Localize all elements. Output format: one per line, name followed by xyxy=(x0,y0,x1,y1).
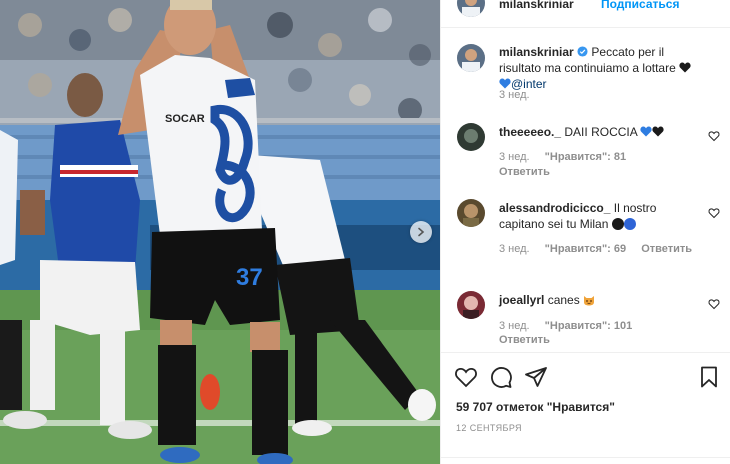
comment-time[interactable]: 3 нед. xyxy=(499,151,530,163)
caption-avatar[interactable] xyxy=(457,44,485,72)
chevron-right-icon xyxy=(418,227,425,237)
comment-text: alessandrodicicco_ Il nostro capitano se… xyxy=(499,200,699,232)
add-comment-bar[interactable] xyxy=(441,457,730,464)
black-heart-emoji-icon xyxy=(652,126,665,137)
heart-icon[interactable] xyxy=(454,365,478,389)
comment-bubble-icon[interactable] xyxy=(489,365,513,389)
cat-face-emoji-icon xyxy=(584,296,595,306)
blue-circle-emoji-icon xyxy=(623,218,636,230)
black-heart-emoji-icon xyxy=(679,62,691,73)
carousel-next-button[interactable] xyxy=(410,221,432,243)
paper-plane-icon[interactable] xyxy=(524,365,548,389)
blue-heart-emoji-icon xyxy=(499,78,511,89)
reply-button[interactable]: Ответить xyxy=(499,334,550,346)
follow-button[interactable]: Подписаться xyxy=(601,0,679,11)
comment-meta: 3 нед. "Нравится": 69 Ответить xyxy=(499,243,704,255)
comment-text: joeallyrl canes xyxy=(499,292,699,308)
caption-meta: 3 нед. xyxy=(499,89,542,101)
sponsor-text: SOCAR xyxy=(165,113,205,125)
comment-username[interactable]: alessandrodicicco_ xyxy=(499,201,610,215)
caption-time[interactable]: 3 нед. xyxy=(499,89,530,101)
comment-text: theeeeeo._ DAII ROCCIA xyxy=(499,124,699,140)
reply-button[interactable]: Ответить xyxy=(641,243,692,255)
comment-username[interactable]: theeeeeo._ xyxy=(499,125,561,139)
comment-username[interactable]: joeallyrl xyxy=(499,293,544,307)
commenter-avatar[interactable] xyxy=(457,123,485,151)
comment-likes[interactable]: "Нравится": 81 xyxy=(545,151,626,163)
author-avatar[interactable] xyxy=(457,0,485,17)
commenter-avatar[interactable] xyxy=(457,291,485,319)
comment-body: canes xyxy=(547,293,580,307)
post-photo[interactable]: SOCAR 37 xyxy=(0,0,440,464)
comment-likes[interactable]: "Нравится": 101 xyxy=(545,320,633,332)
comment-meta: 3 нед. "Нравится": 101 xyxy=(499,320,644,332)
blue-heart-emoji-icon xyxy=(640,126,653,137)
commenter-avatar[interactable] xyxy=(457,199,485,227)
football-match-photo: SOCAR 37 xyxy=(0,0,440,464)
post-date[interactable]: 12 сентября xyxy=(456,423,522,433)
bookmark-icon[interactable] xyxy=(697,365,721,389)
player-number: 37 xyxy=(236,264,263,291)
author-username[interactable]: milanskriniar xyxy=(499,0,574,11)
caption-text: milanskriniar Peccato per il risultato m… xyxy=(499,44,699,92)
comment-time[interactable]: 3 нед. xyxy=(499,243,530,255)
post-side-panel: milanskriniar Подписаться milanskriniar … xyxy=(440,0,730,464)
post-actions: 59 707 отметок "Нравится" 12 сентября xyxy=(441,352,730,464)
comment-time[interactable]: 3 нед. xyxy=(499,320,530,332)
black-circle-emoji-icon xyxy=(611,218,624,230)
likes-count[interactable]: 59 707 отметок "Нравится" xyxy=(456,400,615,414)
heart-icon[interactable] xyxy=(708,130,720,142)
comment-meta: 3 нед. "Нравится": 81 xyxy=(499,151,638,163)
comment-body: DAII ROCCIA xyxy=(564,125,638,139)
heart-icon[interactable] xyxy=(708,298,720,310)
heart-icon[interactable] xyxy=(708,207,720,219)
comment-likes[interactable]: "Нравится": 69 xyxy=(545,243,626,255)
verified-badge-icon xyxy=(577,46,588,57)
post-header: milanskriniar Подписаться xyxy=(441,0,730,28)
reply-button[interactable]: Ответить xyxy=(499,166,550,178)
caption-username[interactable]: milanskriniar xyxy=(499,45,574,59)
